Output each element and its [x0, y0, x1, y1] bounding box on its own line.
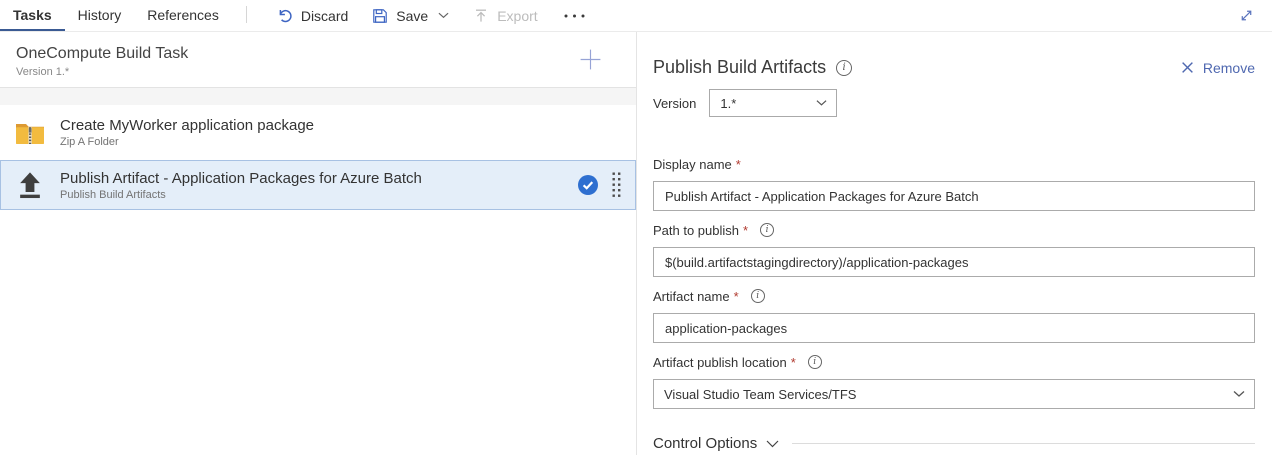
tab-tasks[interactable]: Tasks [0, 0, 65, 31]
plus-icon [578, 47, 603, 72]
artifact-publish-location-select[interactable]: Visual Studio Team Services/TFS [653, 379, 1255, 409]
close-icon [1181, 61, 1194, 74]
save-label: Save [396, 8, 428, 24]
save-dropdown-chevron-icon[interactable] [438, 12, 449, 19]
tab-history-label: History [78, 7, 122, 23]
chevron-down-icon [766, 440, 779, 448]
control-options-label: Control Options [653, 435, 757, 452]
remove-task-button[interactable]: Remove [1181, 60, 1255, 76]
field-label: Artifact name [653, 289, 730, 304]
control-options-section-toggle[interactable]: Control Options [653, 435, 1255, 452]
phase-header: OneCompute Build Task Version 1.* [0, 32, 636, 88]
field-artifact-publish-location: Artifact publish location * i Visual Stu… [653, 353, 1255, 409]
chevron-down-icon [1233, 391, 1245, 398]
drag-handle[interactable] [610, 170, 623, 201]
discard-label: Discard [301, 8, 348, 24]
path-to-publish-input[interactable] [653, 247, 1255, 277]
field-label-row: Artifact publish location * i [653, 353, 1255, 371]
add-task-button[interactable] [578, 47, 603, 72]
required-marker: * [743, 223, 748, 238]
discard-button[interactable]: Discard [265, 0, 360, 31]
tab-bar: Tasks History References [0, 0, 232, 31]
phase-version: Version 1.* [16, 66, 620, 78]
field-label: Artifact publish location [653, 355, 787, 370]
export-button: Export [461, 0, 549, 31]
expand-diagonal-icon [1239, 8, 1254, 23]
chevron-down-icon [816, 100, 827, 107]
required-marker: * [736, 157, 741, 172]
info-icon[interactable]: i [760, 223, 774, 237]
save-button[interactable]: Save [360, 0, 461, 31]
info-icon[interactable]: i [836, 60, 852, 76]
version-select[interactable]: 1.* [709, 89, 837, 117]
detail-title: Publish Build Artifacts [653, 57, 826, 78]
display-name-input[interactable] [653, 181, 1255, 211]
task-text: Publish Artifact - Application Packages … [60, 170, 578, 201]
remove-label: Remove [1203, 60, 1255, 76]
export-icon [473, 8, 489, 24]
publish-upload-icon [14, 170, 46, 200]
required-marker: * [734, 289, 739, 304]
field-artifact-name: Artifact name * i [653, 287, 1255, 343]
tab-references-label: References [147, 7, 219, 23]
version-label: Version [653, 96, 696, 111]
field-label-row: Display name * [653, 155, 1255, 173]
save-icon [372, 8, 388, 24]
section-divider [792, 443, 1255, 444]
tab-history[interactable]: History [65, 0, 135, 31]
field-label-row: Artifact name * i [653, 287, 1255, 305]
task-detail-panel: Publish Build Artifacts i Remove Version… [638, 32, 1272, 455]
select-value: Visual Studio Team Services/TFS [664, 387, 856, 402]
version-select-value: 1.* [720, 96, 736, 111]
field-path-to-publish: Path to publish * i [653, 221, 1255, 277]
task-row-zip-folder[interactable]: Create MyWorker application package Zip … [0, 105, 636, 160]
task-form: Display name * Path to publish * i Artif… [653, 155, 1255, 409]
toolbar-spacer [599, 0, 1221, 31]
tab-references[interactable]: References [134, 0, 232, 31]
tab-tasks-label: Tasks [13, 7, 52, 23]
toolbar-divider [246, 6, 247, 23]
task-subtitle: Zip A Folder [60, 136, 624, 148]
version-row: Version 1.* [653, 89, 1255, 117]
selected-check-icon[interactable] [578, 175, 598, 195]
task-text: Create MyWorker application package Zip … [60, 117, 624, 148]
toolbar: Tasks History References Discard Save [0, 0, 1272, 32]
task-subtitle: Publish Build Artifacts [60, 189, 578, 201]
field-display-name: Display name * [653, 155, 1255, 211]
detail-title-row: Publish Build Artifacts i Remove [653, 57, 1255, 78]
info-icon[interactable]: i [751, 289, 765, 303]
field-label: Path to publish [653, 223, 739, 238]
zip-folder-icon [14, 117, 46, 149]
required-marker: * [791, 355, 796, 370]
phase-title: OneCompute Build Task [16, 45, 620, 63]
task-row-publish-artifacts[interactable]: Publish Artifact - Application Packages … [0, 160, 636, 210]
list-spacer [0, 88, 636, 105]
export-label: Export [497, 8, 537, 24]
more-actions-button[interactable] [550, 0, 599, 31]
task-title: Publish Artifact - Application Packages … [60, 170, 578, 187]
field-label-row: Path to publish * i [653, 221, 1255, 239]
info-icon[interactable]: i [808, 355, 822, 369]
undo-icon [277, 8, 293, 24]
pipeline-task-list-panel: OneCompute Build Task Version 1.* Create… [0, 32, 637, 455]
field-label: Display name [653, 157, 732, 172]
artifact-name-input[interactable] [653, 313, 1255, 343]
ellipsis-icon [564, 14, 585, 18]
task-title: Create MyWorker application package [60, 117, 624, 134]
fullscreen-button[interactable] [1221, 0, 1272, 31]
